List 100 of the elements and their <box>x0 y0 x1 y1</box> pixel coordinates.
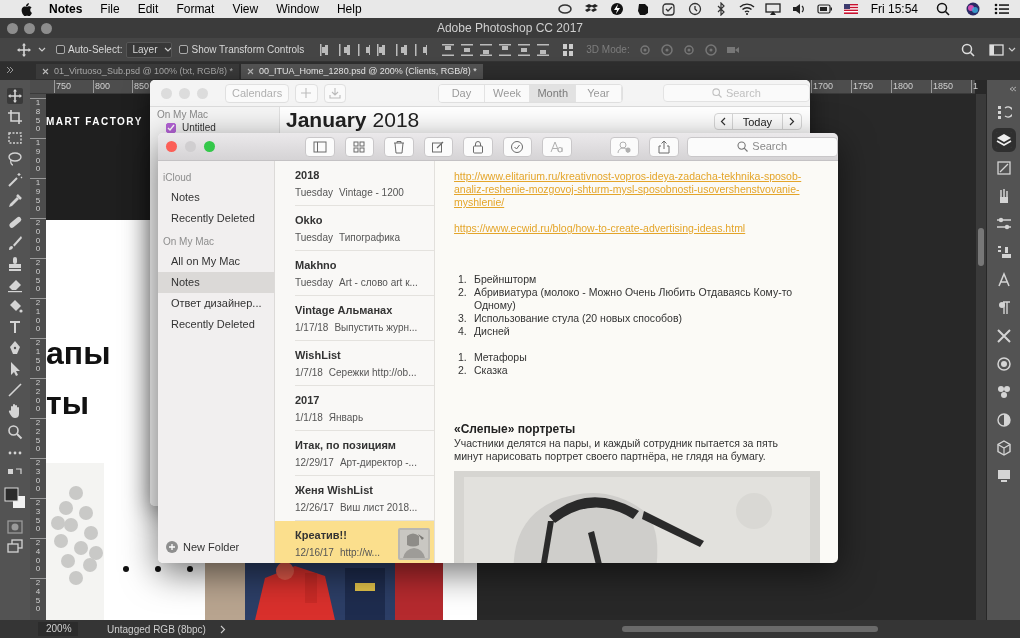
workspace-icon[interactable] <box>989 42 1005 57</box>
menu-item[interactable]: Format <box>176 0 215 18</box>
line-icon[interactable] <box>7 382 23 398</box>
zoom-icon[interactable] <box>7 424 23 440</box>
scrollbar-thumb[interactable] <box>978 228 984 266</box>
compose-button[interactable] <box>423 136 453 157</box>
sidebar-button[interactable] <box>305 136 335 157</box>
note-item[interactable]: WishList 1/7/18 Сережки http://ob... <box>275 341 434 386</box>
pen-icon[interactable] <box>7 340 23 356</box>
folder-item[interactable]: All on My Mac <box>158 251 274 272</box>
document-tab[interactable]: 00_ITUA_Home_1280.psd @ 200% (Clients, RGB/8) * <box>241 64 483 79</box>
folder-item[interactable]: Notes <box>158 272 274 293</box>
checkbox[interactable] <box>179 45 189 54</box>
distribute-icon[interactable] <box>498 41 513 58</box>
screen-mode-icon[interactable] <box>7 539 23 553</box>
move-tool-icon[interactable] <box>7 88 23 104</box>
sliders-icon[interactable] <box>995 216 1012 232</box>
quick-mask-icon[interactable] <box>7 520 23 534</box>
siri-icon[interactable] <box>966 2 980 16</box>
align-icon[interactable] <box>413 41 428 58</box>
adjustments-icon[interactable] <box>995 412 1012 428</box>
grid-icon[interactable] <box>562 42 575 57</box>
note-item[interactable]: Vintage Альманах 1/17/18 Выпустить журн... <box>275 296 434 341</box>
search-icon[interactable] <box>936 2 950 16</box>
note-item[interactable]: Makhno Tuesday Art - слово art к... <box>275 251 434 296</box>
note-item[interactable]: Okko Tuesday Типографика <box>275 206 434 251</box>
menu-item[interactable]: Window <box>276 0 319 18</box>
type-tool-icon[interactable] <box>7 319 23 335</box>
distribute-icon[interactable] <box>536 41 551 58</box>
zoom-button[interactable] <box>41 23 52 34</box>
character-icon[interactable] <box>995 272 1012 288</box>
menu-item[interactable]: Edit <box>137 0 159 18</box>
folder-item[interactable]: Recently Deleted <box>158 314 274 335</box>
history-icon[interactable] <box>995 104 1012 120</box>
folder-item[interactable]: Notes <box>158 187 274 208</box>
layer-dropdown[interactable]: Layer <box>126 41 173 58</box>
ruler-label: 800 <box>93 80 132 93</box>
distribute-icon[interactable] <box>517 41 532 58</box>
folder-item[interactable]: Ответ дизайнер... <box>158 293 274 314</box>
checkbox[interactable] <box>56 45 65 54</box>
search-icon[interactable] <box>961 42 975 57</box>
view-tab[interactable]: Month <box>530 84 577 102</box>
crop-icon[interactable] <box>7 109 23 125</box>
magic-wand-icon[interactable] <box>7 172 23 188</box>
eyedropper-icon[interactable] <box>7 193 23 209</box>
distribute-icon[interactable] <box>441 41 456 58</box>
channels-icon[interactable] <box>995 356 1012 372</box>
move-tool-icon[interactable] <box>16 41 32 58</box>
checklist-button[interactable] <box>502 136 532 157</box>
caret-icon[interactable] <box>1008 46 1016 53</box>
note-item[interactable]: 2017 1/1/18 Январь <box>275 386 434 431</box>
lasso-icon[interactable] <box>7 151 23 167</box>
lock-button[interactable] <box>463 136 493 157</box>
align-icon[interactable] <box>337 41 352 58</box>
align-icon[interactable] <box>356 41 371 58</box>
wifi-icon[interactable] <box>738 2 755 16</box>
align-icon[interactable] <box>394 41 409 58</box>
note-date: 12/26/17 <box>295 500 334 515</box>
list-number: 1. <box>458 273 468 286</box>
color-swatches[interactable] <box>4 487 26 509</box>
close-button[interactable] <box>7 23 18 34</box>
minimize-button[interactable] <box>24 23 35 34</box>
note-item[interactable]: 2018 Tuesday Vintage - 1200 <box>275 161 434 206</box>
bolt-icon[interactable] <box>608 2 625 16</box>
styles-icon[interactable] <box>995 160 1012 176</box>
zoom-field[interactable]: 200% <box>38 622 78 636</box>
airplay-icon[interactable] <box>764 2 781 16</box>
clock-icon[interactable] <box>686 2 703 16</box>
swatches-icon[interactable] <box>995 384 1012 400</box>
folder-item[interactable]: Recently Deleted <box>158 208 274 229</box>
scrollbar-thumb[interactable] <box>621 626 878 632</box>
marquee-icon[interactable] <box>7 130 23 146</box>
delete-button[interactable] <box>384 136 414 157</box>
distribute-icon[interactable] <box>479 41 494 58</box>
distribute-icon[interactable] <box>460 41 475 58</box>
eraser-icon[interactable] <box>7 277 23 293</box>
menu-item[interactable]: File <box>100 0 120 18</box>
close-icon[interactable] <box>42 68 49 75</box>
collapse-icon[interactable] <box>6 66 14 74</box>
menu-clock[interactable]: Fri 15:54 <box>870 0 918 18</box>
chevron-icon[interactable] <box>219 624 226 634</box>
menu-item[interactable]: Help <box>336 0 362 18</box>
collapse-icon[interactable] <box>1009 86 1017 92</box>
brush-icon[interactable] <box>7 235 23 251</box>
volume-icon[interactable] <box>790 2 807 16</box>
battery-icon[interactable] <box>816 2 833 16</box>
note-item[interactable]: Итак, по позициям 12/29/17 Арт-директор -... <box>275 431 434 476</box>
cube-icon[interactable] <box>995 440 1012 456</box>
flag-icon[interactable] <box>842 2 859 16</box>
list-icon[interactable] <box>994 2 1010 16</box>
document-tab[interactable]: 01_Virtuoso_Sub.psd @ 100% (txt, RGB/8) * <box>36 64 240 79</box>
gallery-button[interactable] <box>344 136 374 157</box>
new-folder-button[interactable]: New Folder <box>166 538 274 555</box>
note-item[interactable]: Женя WishList 12/26/17 Виш лист 2018... <box>275 476 434 521</box>
caret-icon[interactable] <box>38 46 46 53</box>
close-icon[interactable] <box>247 68 255 75</box>
app-menu[interactable]: Notes <box>49 0 83 18</box>
check-icon[interactable] <box>660 2 677 16</box>
menu-item[interactable]: View <box>232 0 259 18</box>
note-item[interactable]: Креатив!! 12/16/17 http://w... <box>275 521 434 563</box>
